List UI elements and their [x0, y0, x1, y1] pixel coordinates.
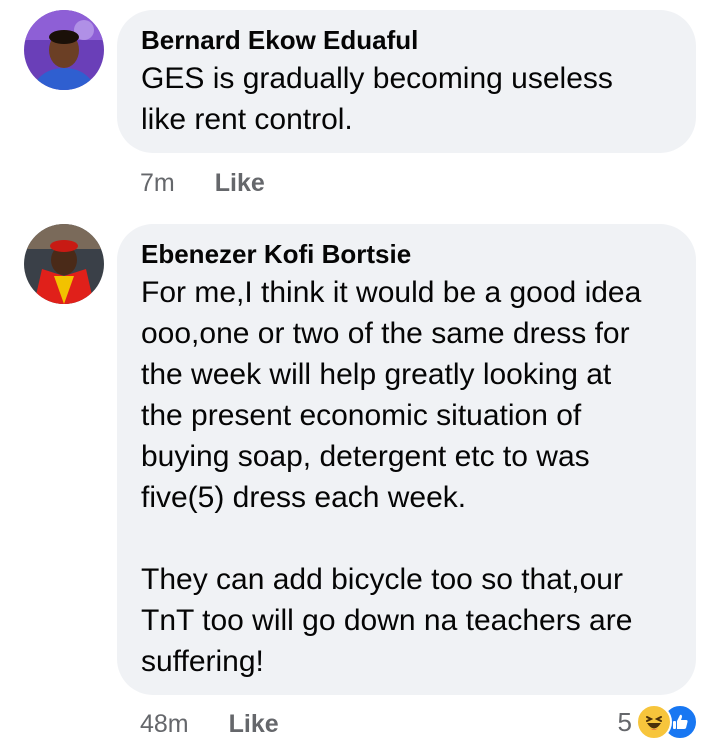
comment-bubble: Bernard Ekow Eduaful GES is gradually be…: [117, 10, 696, 153]
comment-timestamp[interactable]: 7m: [140, 169, 175, 198]
comment-actions: 7m Like: [140, 166, 265, 200]
like-button[interactable]: Like: [215, 169, 265, 198]
comment-text: GES is gradually becoming useless like r…: [141, 62, 613, 136]
avatar[interactable]: [24, 224, 104, 304]
like-button[interactable]: Like: [229, 710, 279, 739]
avatar[interactable]: [24, 10, 104, 90]
comment-author[interactable]: Bernard Ekow Eduaful: [141, 24, 672, 56]
comment-timestamp[interactable]: 48m: [140, 710, 189, 739]
comment-author[interactable]: Ebenezer Kofi Bortsie: [141, 238, 672, 270]
reaction-count: 5: [617, 706, 632, 737]
comment-actions: 48m Like: [140, 707, 279, 741]
haha-icon: [636, 704, 672, 740]
reaction-summary[interactable]: 5: [618, 702, 698, 742]
comment-text: For me,I think it would be a good idea o…: [141, 276, 642, 678]
comment-bubble: Ebenezer Kofi Bortsie For me,I think it …: [117, 224, 696, 695]
